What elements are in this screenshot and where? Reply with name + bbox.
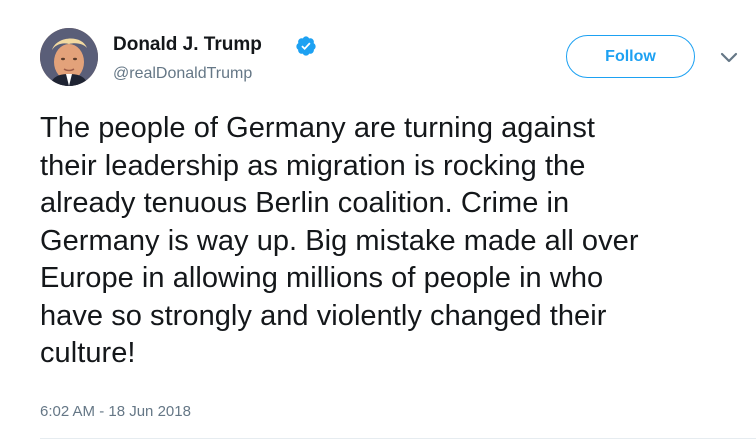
divider — [40, 438, 756, 439]
chevron-down-icon[interactable] — [718, 50, 740, 66]
avatar[interactable] — [40, 28, 98, 86]
tweet-text-line: The people of Germany are turning agains… — [40, 112, 595, 144]
tweet-text-line: already tenuous Berlin coalition. Crime … — [40, 187, 570, 219]
author-display-name[interactable]: Donald J. Trump — [113, 34, 262, 56]
verified-badge-icon — [296, 36, 316, 56]
tweet-text-line: Europe in allowing millions of people in… — [40, 262, 604, 294]
tweet-timestamp[interactable]: 6:02 AM - 18 Jun 2018 — [40, 403, 191, 421]
tweet-text-line: their leadership as migration is rocking… — [40, 149, 586, 182]
tweet-text-line: Germany is way up. Big mistake made all … — [40, 224, 639, 257]
tweet-text-line: culture! — [40, 337, 136, 369]
tweet-text: The people of Germany are turning agains… — [40, 110, 752, 373]
follow-button[interactable]: Follow — [566, 35, 695, 78]
tweet-card: Donald J. Trump @realDonaldTrump Follow … — [0, 0, 756, 442]
avatar-image — [40, 28, 98, 86]
author-handle[interactable]: @realDonaldTrump — [113, 64, 252, 84]
tweet-text-line: have so strongly and violently changed t… — [40, 299, 607, 332]
